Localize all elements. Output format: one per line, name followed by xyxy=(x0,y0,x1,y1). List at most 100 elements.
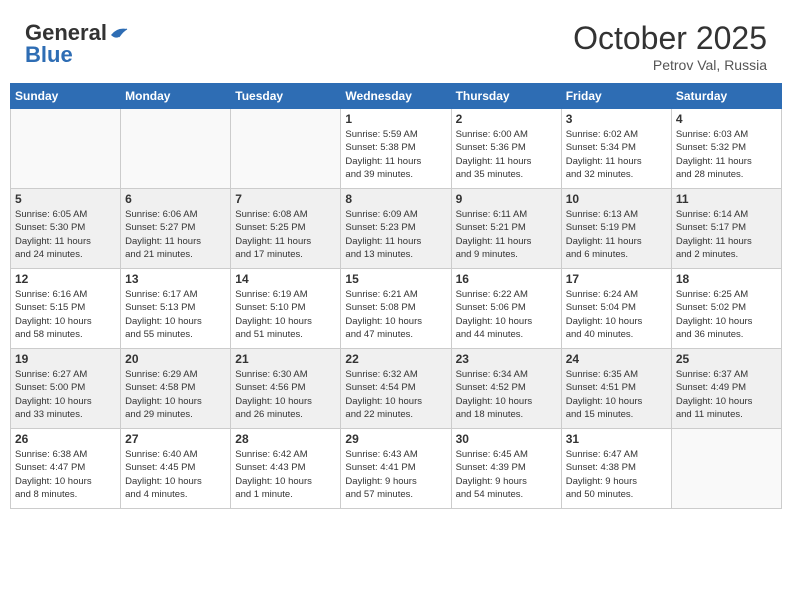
table-row xyxy=(671,429,781,509)
day-info: Sunrise: 6:30 AM Sunset: 4:56 PM Dayligh… xyxy=(235,368,336,421)
table-row: 29Sunrise: 6:43 AM Sunset: 4:41 PM Dayli… xyxy=(341,429,451,509)
day-number: 9 xyxy=(456,192,557,206)
day-info: Sunrise: 6:38 AM Sunset: 4:47 PM Dayligh… xyxy=(15,448,116,501)
day-info: Sunrise: 6:14 AM Sunset: 5:17 PM Dayligh… xyxy=(676,208,777,261)
day-number: 31 xyxy=(566,432,667,446)
day-number: 6 xyxy=(125,192,226,206)
day-info: Sunrise: 6:05 AM Sunset: 5:30 PM Dayligh… xyxy=(15,208,116,261)
table-row: 2 Sunrise: 6:00 AM Sunset: 5:36 PM Daylig… xyxy=(451,109,561,189)
day-info: Sunrise: 6:22 AM Sunset: 5:06 PM Dayligh… xyxy=(456,288,557,341)
day-number: 7 xyxy=(235,192,336,206)
day-number: 17 xyxy=(566,272,667,286)
table-row: 10Sunrise: 6:13 AM Sunset: 5:19 PM Dayli… xyxy=(561,189,671,269)
logo-blue: Blue xyxy=(25,42,73,68)
calendar-week-row: 1 Sunrise: 5:59 AM Sunset: 5:38 PM Daylig… xyxy=(11,109,782,189)
day-number: 1 xyxy=(345,112,446,126)
table-row: 24 Sunrise: 6:35 AM Sunset: 4:51 PM Dayli… xyxy=(561,349,671,429)
table-row xyxy=(11,109,121,189)
calendar-week-row: 26 Sunrise: 6:38 AM Sunset: 4:47 PM Dayli… xyxy=(11,429,782,509)
day-number: 28 xyxy=(235,432,336,446)
day-info: Sunrise: 6:29 AM Sunset: 4:58 PM Dayligh… xyxy=(125,368,226,421)
table-row: 3Sunrise: 6:02 AM Sunset: 5:34 PM Daylig… xyxy=(561,109,671,189)
table-row: 31 Sunrise: 6:47 AM Sunset: 4:38 PM Dayli… xyxy=(561,429,671,509)
table-row: 27 Sunrise: 6:40 AM Sunset: 4:45 PM Dayli… xyxy=(121,429,231,509)
day-info: Sunrise: 5:59 AM Sunset: 5:38 PM Dayligh… xyxy=(345,128,446,181)
table-row: 22 Sunrise: 6:32 AM Sunset: 4:54 PM Dayli… xyxy=(341,349,451,429)
day-info: Sunrise: 6:42 AM Sunset: 4:43 PM Dayligh… xyxy=(235,448,336,501)
day-info: Sunrise: 6:40 AM Sunset: 4:45 PM Dayligh… xyxy=(125,448,226,501)
calendar-week-row: 19 Sunrise: 6:27 AM Sunset: 5:00 PM Dayli… xyxy=(11,349,782,429)
title-block: October 2025 Petrov Val, Russia xyxy=(573,20,767,73)
day-info: Sunrise: 6:25 AM Sunset: 5:02 PM Dayligh… xyxy=(676,288,777,341)
table-row xyxy=(231,109,341,189)
table-row: 7Sunrise: 6:08 AM Sunset: 5:25 PM Daylig… xyxy=(231,189,341,269)
table-row: 14 Sunrise: 6:19 AM Sunset: 5:10 PM Dayli… xyxy=(231,269,341,349)
logo: General Blue xyxy=(25,20,129,68)
table-row: 1 Sunrise: 5:59 AM Sunset: 5:38 PM Daylig… xyxy=(341,109,451,189)
day-info: Sunrise: 6:47 AM Sunset: 4:38 PM Dayligh… xyxy=(566,448,667,501)
day-number: 13 xyxy=(125,272,226,286)
day-number: 26 xyxy=(15,432,116,446)
table-row: 5 Sunrise: 6:05 AM Sunset: 5:30 PM Daylig… xyxy=(11,189,121,269)
table-row: 20 Sunrise: 6:29 AM Sunset: 4:58 PM Dayli… xyxy=(121,349,231,429)
day-number: 27 xyxy=(125,432,226,446)
col-saturday: Saturday xyxy=(671,84,781,109)
table-row: 23Sunrise: 6:34 AM Sunset: 4:52 PM Dayli… xyxy=(451,349,561,429)
table-row: 9 Sunrise: 6:11 AM Sunset: 5:21 PM Daylig… xyxy=(451,189,561,269)
table-row: 13 Sunrise: 6:17 AM Sunset: 5:13 PM Dayli… xyxy=(121,269,231,349)
col-tuesday: Tuesday xyxy=(231,84,341,109)
day-number: 18 xyxy=(676,272,777,286)
day-info: Sunrise: 6:13 AM Sunset: 5:19 PM Dayligh… xyxy=(566,208,667,261)
day-number: 5 xyxy=(15,192,116,206)
day-number: 16 xyxy=(456,272,557,286)
day-number: 2 xyxy=(456,112,557,126)
calendar-week-row: 5 Sunrise: 6:05 AM Sunset: 5:30 PM Daylig… xyxy=(11,189,782,269)
table-row: 18 Sunrise: 6:25 AM Sunset: 5:02 PM Dayli… xyxy=(671,269,781,349)
location: Petrov Val, Russia xyxy=(573,57,767,73)
day-info: Sunrise: 6:35 AM Sunset: 4:51 PM Dayligh… xyxy=(566,368,667,421)
calendar-header-row: Sunday Monday Tuesday Wednesday Thursday… xyxy=(11,84,782,109)
day-info: Sunrise: 6:16 AM Sunset: 5:15 PM Dayligh… xyxy=(15,288,116,341)
day-number: 25 xyxy=(676,352,777,366)
day-info: Sunrise: 6:34 AM Sunset: 4:52 PM Dayligh… xyxy=(456,368,557,421)
day-info: Sunrise: 6:21 AM Sunset: 5:08 PM Dayligh… xyxy=(345,288,446,341)
day-info: Sunrise: 6:19 AM Sunset: 5:10 PM Dayligh… xyxy=(235,288,336,341)
table-row: 8Sunrise: 6:09 AM Sunset: 5:23 PM Daylig… xyxy=(341,189,451,269)
day-info: Sunrise: 6:24 AM Sunset: 5:04 PM Dayligh… xyxy=(566,288,667,341)
page-header: General Blue October 2025 Petrov Val, Ru… xyxy=(10,10,782,78)
day-info: Sunrise: 6:00 AM Sunset: 5:36 PM Dayligh… xyxy=(456,128,557,181)
day-number: 4 xyxy=(676,112,777,126)
table-row: 17 Sunrise: 6:24 AM Sunset: 5:04 PM Dayli… xyxy=(561,269,671,349)
day-number: 15 xyxy=(345,272,446,286)
day-number: 3 xyxy=(566,112,667,126)
day-info: Sunrise: 6:32 AM Sunset: 4:54 PM Dayligh… xyxy=(345,368,446,421)
table-row: 30 Sunrise: 6:45 AM Sunset: 4:39 PM Dayli… xyxy=(451,429,561,509)
day-number: 30 xyxy=(456,432,557,446)
col-sunday: Sunday xyxy=(11,84,121,109)
day-info: Sunrise: 6:11 AM Sunset: 5:21 PM Dayligh… xyxy=(456,208,557,261)
day-info: Sunrise: 6:37 AM Sunset: 4:49 PM Dayligh… xyxy=(676,368,777,421)
table-row: 6Sunrise: 6:06 AM Sunset: 5:27 PM Daylig… xyxy=(121,189,231,269)
day-info: Sunrise: 6:09 AM Sunset: 5:23 PM Dayligh… xyxy=(345,208,446,261)
table-row: 28 Sunrise: 6:42 AM Sunset: 4:43 PM Dayli… xyxy=(231,429,341,509)
table-row: 21Sunrise: 6:30 AM Sunset: 4:56 PM Dayli… xyxy=(231,349,341,429)
day-number: 20 xyxy=(125,352,226,366)
col-thursday: Thursday xyxy=(451,84,561,109)
day-number: 14 xyxy=(235,272,336,286)
table-row: 19 Sunrise: 6:27 AM Sunset: 5:00 PM Dayli… xyxy=(11,349,121,429)
day-number: 24 xyxy=(566,352,667,366)
table-row: 16 Sunrise: 6:22 AM Sunset: 5:06 PM Dayli… xyxy=(451,269,561,349)
day-info: Sunrise: 6:43 AM Sunset: 4:41 PM Dayligh… xyxy=(345,448,446,501)
day-number: 19 xyxy=(15,352,116,366)
day-info: Sunrise: 6:17 AM Sunset: 5:13 PM Dayligh… xyxy=(125,288,226,341)
day-info: Sunrise: 6:03 AM Sunset: 5:32 PM Dayligh… xyxy=(676,128,777,181)
table-row: 15 Sunrise: 6:21 AM Sunset: 5:08 PM Dayli… xyxy=(341,269,451,349)
day-info: Sunrise: 6:27 AM Sunset: 5:00 PM Dayligh… xyxy=(15,368,116,421)
table-row xyxy=(121,109,231,189)
day-number: 12 xyxy=(15,272,116,286)
col-wednesday: Wednesday xyxy=(341,84,451,109)
day-info: Sunrise: 6:45 AM Sunset: 4:39 PM Dayligh… xyxy=(456,448,557,501)
table-row: 11Sunrise: 6:14 AM Sunset: 5:17 PM Dayli… xyxy=(671,189,781,269)
day-number: 22 xyxy=(345,352,446,366)
table-row: 4 Sunrise: 6:03 AM Sunset: 5:32 PM Daylig… xyxy=(671,109,781,189)
